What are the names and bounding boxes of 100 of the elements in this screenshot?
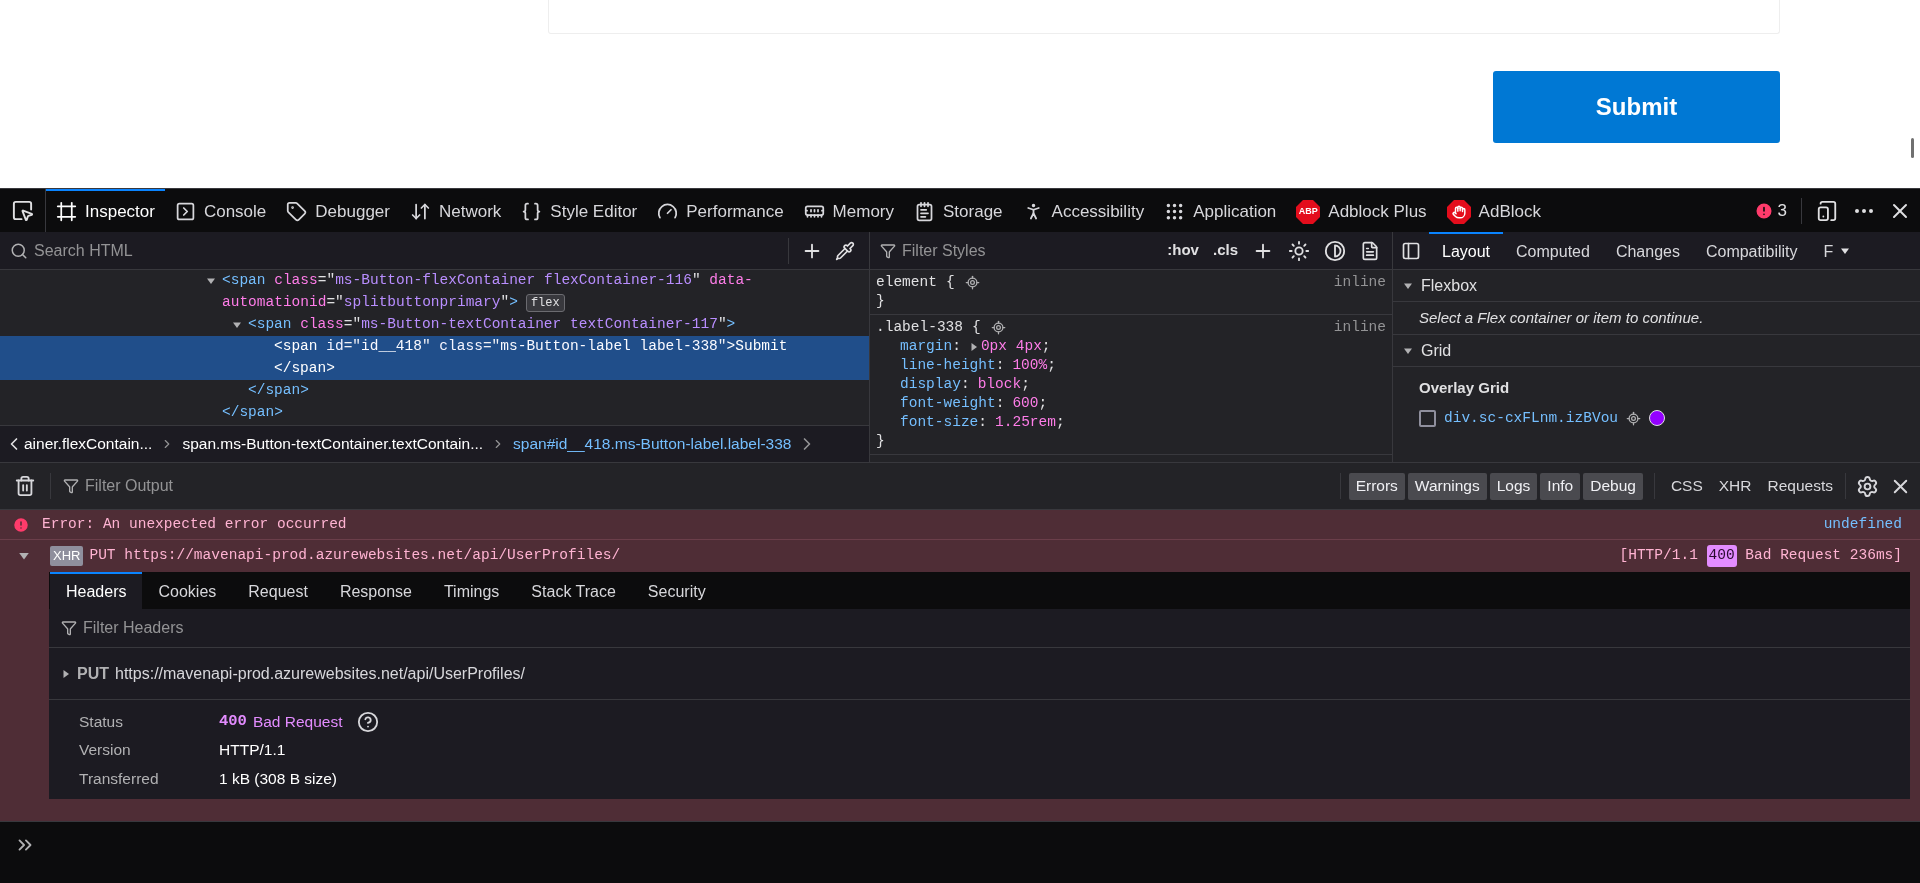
rule-selector: .label-338 [876,318,963,337]
sidebar-tab[interactable]: Compatibility [1692,232,1811,269]
filter-output-field[interactable]: Filter Output [85,474,1340,498]
console-input[interactable] [0,821,1920,883]
sun-icon[interactable] [1288,239,1310,262]
cls-toggle[interactable]: .cls [1212,239,1238,262]
filter-styles-field[interactable]: Filter Styles [902,238,1154,263]
section-header[interactable]: Flexbox [1393,270,1920,302]
devtools-tab[interactable]: Performance [647,189,794,232]
markup-token: " [500,293,510,313]
breadcrumb[interactable]: span.ms-Button-textContainer.textContain... [182,432,484,456]
devtools-tab[interactable]: Console [164,189,277,232]
markup-token: > [726,315,736,335]
breadcrumb[interactable]: span#id__418.ms-Button-label.label-338 [513,432,792,456]
tag-icon [286,201,308,222]
markup-token: <span [248,315,292,335]
rule-source[interactable]: inline [1333,273,1386,292]
scrollbar-thumb[interactable] [1911,138,1914,158]
detail-tab[interactable]: Request [232,572,324,609]
twisty-icon[interactable] [232,320,242,330]
closing-brace: } [876,432,885,451]
rule-source[interactable]: inline [1333,318,1386,337]
sidebar-tab[interactable]: Changes [1602,232,1693,269]
request-url: https://mavenapi-prod.azurewebsites.net/api/UserProfiles/ [115,663,525,684]
level-filter[interactable]: Debug [1583,472,1643,500]
eyedropper-icon[interactable] [835,240,855,261]
source-link[interactable]: undefined [1823,513,1902,536]
filter-headers-field[interactable]: Filter Headers [83,616,1910,640]
level-filter[interactable]: Logs [1489,472,1538,500]
type-filter[interactable]: CSS [1662,472,1711,500]
level-filter[interactable]: Errors [1348,472,1405,500]
markup-token: ms-Button-label label-338 [500,337,718,357]
row-label: Version [79,739,132,760]
markup-token: " [717,337,727,357]
breadcrumb[interactable]: ainer.flexContain... [24,432,153,456]
row-label: Transferred [79,768,160,789]
target-icon[interactable] [964,275,980,290]
sidebar-tab[interactable]: Layout [1429,232,1504,269]
twisty-icon[interactable] [206,276,216,286]
markup-token: " [691,271,701,291]
row-label: Status [79,711,124,732]
sidebar-tab[interactable]: Computed [1503,232,1603,269]
checkbox[interactable] [1419,409,1436,427]
detail-tab[interactable]: Timings [427,572,516,609]
status-code: 400 [219,710,247,732]
markup-token: class [299,315,344,335]
level-filter[interactable]: Warnings [1407,472,1487,500]
section-header[interactable]: Grid [1393,335,1920,367]
markup-token: " [421,337,431,357]
trash-icon[interactable] [14,475,36,497]
detail-tab[interactable]: Cookies [142,572,233,609]
contrast-icon[interactable] [1324,239,1346,262]
error-count[interactable]: 3 [1753,197,1802,224]
request-summary[interactable]: PUT https://mavenapi-prod.azurewebsites.net/api/UserProfiles/ [49,648,1910,700]
target-icon[interactable] [990,320,1006,335]
devtools-tab[interactable]: Memory [793,189,904,232]
sidebar-toggle-icon[interactable] [1401,240,1421,261]
markup-node[interactable]: <span class="ms-Button-flexContainer flexContainer-116" data- automationid="splitbuttonprimary"> flex [0,270,869,314]
hand-stop-logo [1446,199,1471,224]
sidebar-tab[interactable]: F [1810,232,1847,269]
markup-token: id__418 [361,337,422,357]
type-filter[interactable]: Requests [1759,472,1841,500]
css-declaration[interactable]: display: block; [900,375,1030,394]
devtools-tab[interactable]: Debugger [276,189,400,232]
markup-node[interactable]: <span class="ms-Button-textContainer textContainer-117"> [0,314,869,336]
css-declaration[interactable]: font-size: 1.25rem; [900,413,1065,432]
detail-tab[interactable]: Headers [50,572,143,609]
xhr-message[interactable]: XHR PUT https://mavenapi-prod.azurewebsites.net/api/UserProfiles/ [HTTP/1.1 400 Bad Request 236ms] [0,540,1920,572]
terminal-icon [174,201,196,222]
devtools-tab[interactable]: Accessibility [1012,189,1155,232]
settings-icon[interactable] [1856,474,1879,498]
markup-token: splitbuttonprimary [343,293,501,313]
devtools-tab[interactable]: Storage [904,189,1013,232]
css-declaration[interactable]: margin: 0px 4px; [900,337,1051,356]
document-icon[interactable] [1360,240,1380,261]
flex-badge[interactable]: flex [525,294,565,312]
markup-token: ms-Button-flexContainer flexContainer-116 [335,271,692,291]
open-brace: { [972,318,981,337]
devtools-tab[interactable]: Application [1154,189,1287,232]
css-declaration[interactable]: font-weight: 600; [900,394,1048,413]
target-icon[interactable] [1626,410,1642,426]
devtools-tab[interactable]: AdBlock [1436,189,1551,232]
type-filter[interactable]: XHR [1710,472,1760,500]
markup-node[interactable]: <span id="id__418" class="ms-Button-label label-338">Submit </span> [0,336,869,380]
detail-tab[interactable]: Stack Trace [515,572,632,609]
responsive-icon[interactable] [1816,199,1838,222]
alert-icon [1753,200,1774,221]
detail-tab[interactable]: Response [323,572,428,609]
devtools-tab[interactable]: Style Editor [511,189,648,232]
hov-toggle[interactable]: :hov [1167,239,1199,262]
devtools-tab[interactable]: Network [400,189,512,232]
search-icon [10,241,28,260]
level-filter[interactable]: Info [1540,472,1581,500]
detail-tab[interactable]: Security [631,572,722,609]
devtools-tab[interactable]: ABP Adblock Plus [1286,189,1437,232]
grid-element[interactable]: div.sc-cxFLnm.izBVou [1444,407,1619,430]
help-icon[interactable] [356,710,379,733]
css-declaration[interactable]: line-height: 100%; [900,356,1056,375]
submit-button[interactable]: Submit [1493,71,1780,143]
markup-token: data- [708,271,753,291]
